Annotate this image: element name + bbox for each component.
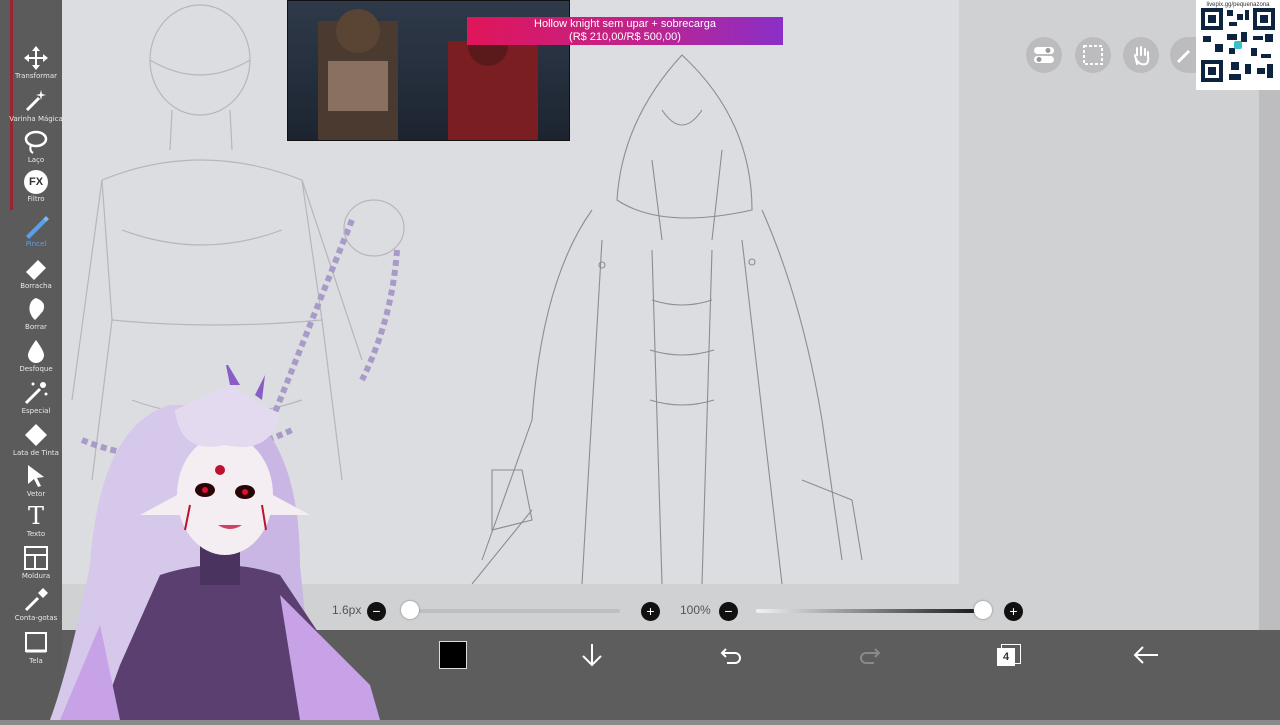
selection-button[interactable] (1075, 37, 1111, 73)
tool-label: Filtro (27, 195, 45, 203)
opacity-label: 100% (680, 603, 711, 617)
undo-button[interactable] (716, 640, 746, 670)
tool-label: Pincel (25, 240, 47, 248)
back-button[interactable] (1131, 640, 1161, 670)
tool-label: Borrar (25, 323, 47, 331)
tool-label: Varinha Mágica (9, 115, 63, 123)
opacity-plus-button[interactable]: + (1004, 602, 1023, 621)
hand-tool-button[interactable] (1123, 37, 1159, 73)
size-plus-button[interactable]: + (641, 602, 660, 621)
brush-icon (26, 216, 49, 239)
layers-button[interactable]: 4 (993, 640, 1023, 670)
banner-title: Hollow knight sem upar + sobrecarga (534, 18, 716, 30)
magic-wand-icon (25, 90, 46, 112)
right-workspace-panel (959, 0, 1259, 630)
opacity-minus-button[interactable]: − (719, 602, 738, 621)
tool-magic-wand[interactable]: Varinha Mágica (9, 88, 63, 128)
tool-lasso[interactable]: Laço (10, 129, 62, 169)
qr-code-icon (1201, 8, 1275, 82)
workspace-edge (1259, 0, 1280, 630)
layers-count: 4 (997, 648, 1015, 666)
tool-label: Borracha (20, 282, 52, 290)
color-swatch-icon (439, 641, 467, 669)
donation-goal-banner: Hollow knight sem upar + sobrecarga (R$ … (467, 17, 783, 45)
back-arrow-icon (1133, 646, 1158, 664)
toggle-panel-button[interactable] (1026, 37, 1062, 73)
redo-button[interactable] (855, 640, 885, 670)
tool-eraser[interactable]: Borracha (10, 255, 62, 295)
tool-smudge[interactable]: Borrar (10, 296, 62, 336)
donation-qr-code: livepix.gg/pequenazona (1196, 0, 1280, 90)
tool-label: Transformar (15, 72, 57, 80)
selection-rect-icon (1083, 45, 1103, 65)
move-icon (24, 46, 48, 70)
pen-icon (1177, 50, 1190, 63)
download-button[interactable] (577, 640, 607, 670)
tool-brush[interactable]: Pincel (10, 213, 62, 253)
size-slider-track[interactable] (410, 609, 620, 613)
tool-label: Laço (27, 156, 45, 164)
hand-tool-icon (1134, 46, 1150, 66)
lasso-icon (24, 130, 48, 154)
smudge-icon (29, 298, 45, 320)
opacity-slider-knob[interactable] (974, 601, 992, 619)
opacity-slider-track[interactable] (756, 609, 986, 613)
download-arrow-icon (582, 644, 602, 667)
redo-icon (860, 648, 881, 664)
undo-icon (720, 648, 741, 664)
vtuber-avatar-overlay (40, 360, 380, 720)
layers-icon: 4 (997, 644, 1021, 666)
size-slider-knob[interactable] (401, 601, 419, 619)
blur-drop-icon (28, 340, 44, 363)
fx-icon: FX (24, 170, 48, 194)
toggle-panel-icon (1034, 47, 1054, 63)
banner-amount: (R$ 210,00/R$ 500,00) (569, 30, 681, 43)
color-swatch-button[interactable] (438, 640, 468, 670)
tool-filter[interactable]: FX Filtro (10, 170, 62, 210)
tool-transform[interactable]: Transformar (10, 45, 62, 85)
eraser-icon (26, 260, 46, 280)
